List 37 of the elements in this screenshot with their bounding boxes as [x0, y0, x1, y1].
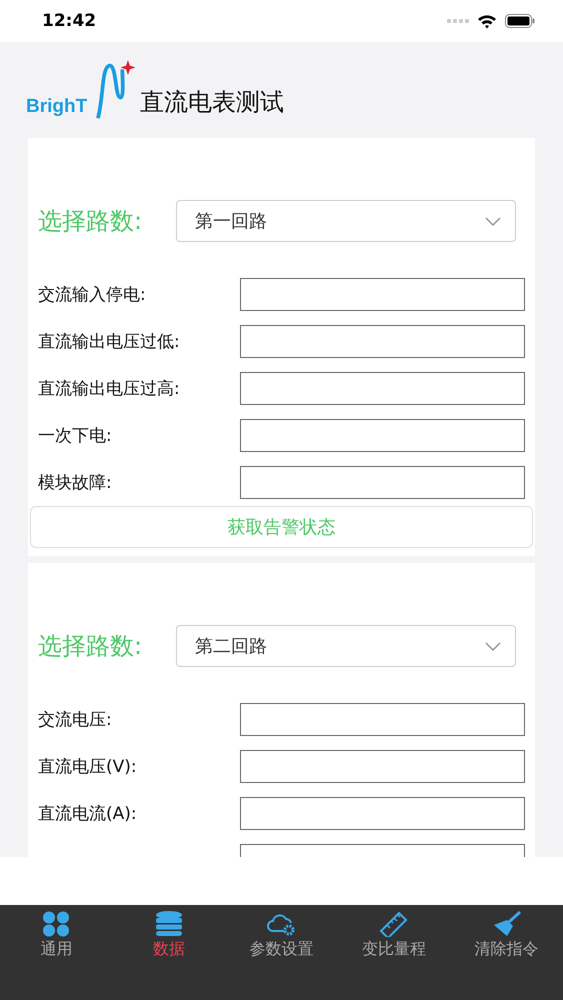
input-field[interactable] — [240, 278, 525, 311]
battery-icon — [505, 14, 535, 28]
input-field[interactable] — [240, 750, 525, 783]
input-field[interactable] — [240, 419, 525, 452]
field-label: 直流输出电压过低: — [38, 331, 181, 353]
field-label: 交流输入停电: — [38, 284, 147, 306]
input-field[interactable] — [240, 703, 525, 736]
route-dropdown[interactable]: 第二回路 — [176, 625, 516, 667]
signal-icon — [447, 18, 469, 24]
wifi-icon — [477, 14, 497, 28]
grid-icon — [42, 911, 70, 937]
chevron-down-icon — [485, 642, 501, 650]
field-label: 直流电压(V): — [38, 756, 138, 778]
tab[interactable]: 通用 — [0, 911, 113, 1000]
input-field[interactable] — [240, 797, 525, 830]
input-field[interactable] — [240, 325, 525, 358]
status-time: 12:42 — [42, 11, 96, 31]
chevron-down-icon — [485, 216, 501, 226]
logo: BrighT — [26, 60, 134, 122]
field-label: 直流电流(A): — [38, 803, 138, 825]
select-label: 选择路数: — [38, 631, 144, 662]
tab[interactable]: 变比量程 — [338, 911, 450, 1000]
broom-icon — [492, 911, 522, 937]
input-field[interactable] — [240, 466, 525, 499]
tab[interactable]: 数据 — [112, 911, 226, 1000]
database-icon — [154, 911, 183, 937]
page-title: 直流电表测试 — [140, 87, 284, 118]
tab[interactable]: 清除指令 — [450, 911, 563, 1000]
tab[interactable]: 参数设置 — [225, 911, 338, 1000]
ruler-icon — [379, 911, 410, 937]
field-label: 一次下电: — [38, 425, 113, 447]
field-label: 直流输出电压过高: — [38, 378, 181, 400]
select-label: 选择路数: — [38, 206, 144, 237]
field-label: 交流电压: — [38, 709, 113, 731]
route-dropdown[interactable]: 第一回路 — [176, 200, 516, 242]
field-label: 模块故障: — [38, 472, 113, 494]
input-field[interactable] — [240, 372, 525, 405]
